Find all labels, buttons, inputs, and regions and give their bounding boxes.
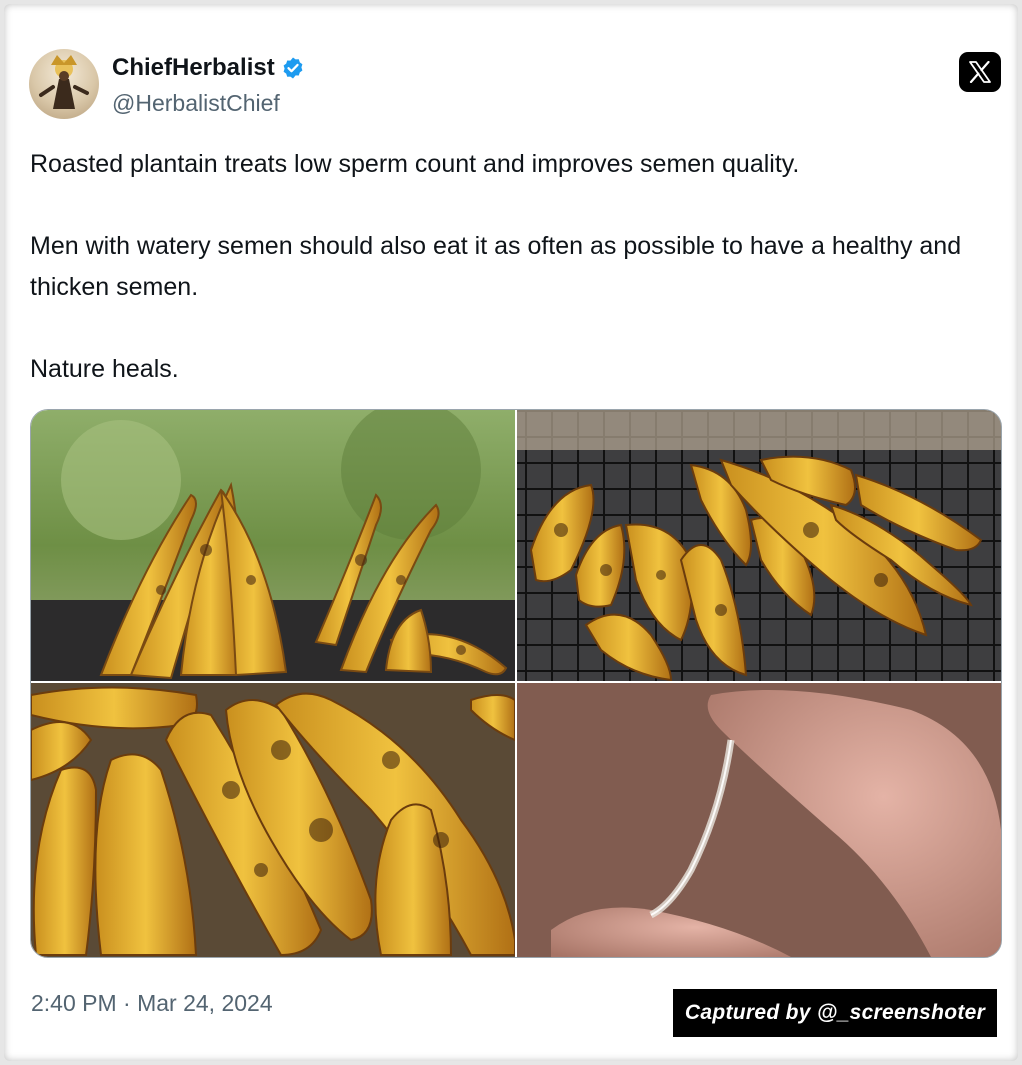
avatar[interactable]	[29, 49, 99, 119]
tweet-paragraph: Roasted plantain treats low sperm count …	[30, 150, 800, 178]
watermark-badge: Captured by @_screenshoter	[673, 989, 997, 1037]
herbalist-avatar-icon	[39, 55, 89, 109]
plantain-image-3[interactable]	[31, 683, 516, 957]
author-display-name[interactable]: ChiefHerbalist	[112, 54, 275, 82]
x-logo-icon[interactable]	[959, 52, 1001, 92]
plantain-image-1[interactable]	[31, 410, 515, 681]
author-name-row: ChiefHerbalist	[112, 54, 305, 82]
finger-image-4[interactable]	[517, 683, 1001, 957]
tweet-card: ChiefHerbalist @HerbalistChief Roasted p…	[4, 4, 1018, 1061]
tweet-paragraph: Men with watery semen should also eat it…	[30, 232, 962, 301]
tweet-body: Roasted plantain treats low sperm count …	[30, 144, 990, 390]
author-handle[interactable]: @HerbalistChief	[112, 90, 280, 117]
tweet-paragraph: Nature heals.	[30, 355, 179, 383]
verified-badge-icon	[283, 57, 303, 79]
media-grid[interactable]	[30, 409, 1002, 958]
tweet-timestamp[interactable]: 2:40 PM · Mar 24, 2024	[31, 990, 273, 1017]
plantain-image-2[interactable]	[517, 410, 1001, 682]
